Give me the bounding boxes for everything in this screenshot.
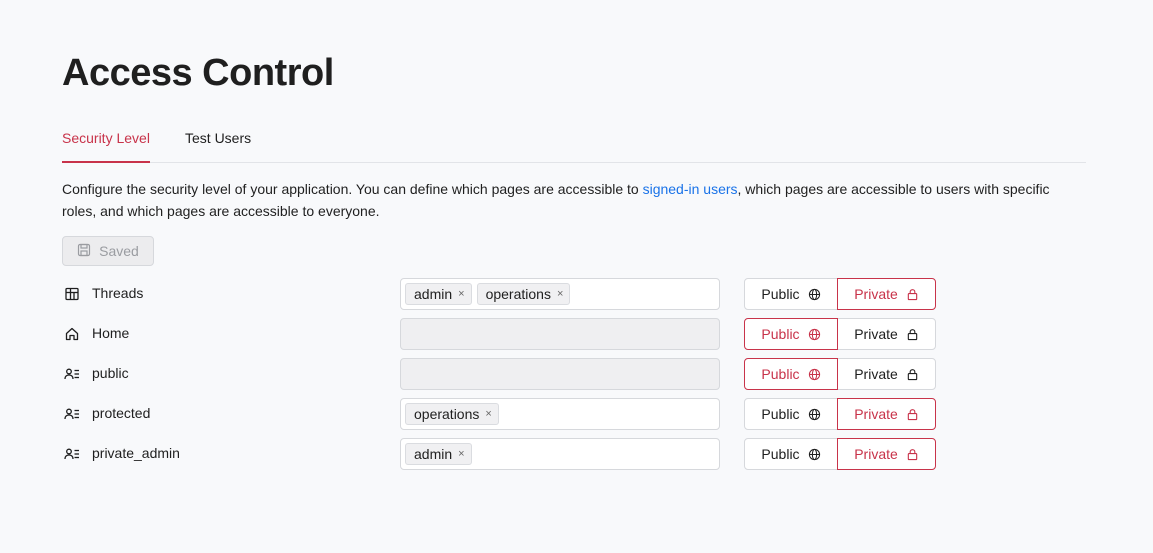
visibility-toggle: Public Private bbox=[744, 358, 936, 390]
private-label: Private bbox=[854, 366, 898, 382]
description-text: Configure the security level of your app… bbox=[62, 181, 643, 197]
visibility-toggle: Public Private bbox=[744, 438, 936, 470]
page-row: protected operations × Public Private bbox=[62, 398, 962, 430]
private-label: Private bbox=[854, 406, 898, 422]
public-label: Public bbox=[761, 286, 800, 302]
tab-security-level[interactable]: Security Level bbox=[62, 130, 150, 163]
page-row: Home Public Private bbox=[62, 318, 962, 350]
role-chip-label: admin bbox=[414, 446, 453, 462]
globe-icon bbox=[808, 448, 821, 461]
board-icon bbox=[64, 286, 80, 302]
roles-input[interactable] bbox=[400, 358, 720, 390]
tab-test-users[interactable]: Test Users bbox=[185, 130, 251, 161]
remove-role-icon[interactable]: × bbox=[458, 448, 464, 460]
users-list-icon bbox=[64, 366, 80, 382]
role-chip: admin × bbox=[405, 283, 472, 305]
saved-button[interactable]: Saved bbox=[62, 236, 154, 266]
globe-icon bbox=[808, 408, 821, 421]
globe-icon bbox=[808, 328, 821, 341]
private-label: Private bbox=[854, 446, 898, 462]
private-button[interactable]: Private bbox=[837, 358, 936, 390]
page-row-label: private_admin bbox=[92, 445, 180, 461]
private-label: Private bbox=[854, 326, 898, 342]
lock-icon bbox=[906, 408, 919, 421]
role-chip-label: operations bbox=[485, 286, 551, 302]
private-button[interactable]: Private bbox=[837, 318, 936, 350]
public-button[interactable]: Public bbox=[744, 318, 838, 350]
home-icon bbox=[64, 326, 80, 342]
roles-input[interactable]: admin × bbox=[400, 438, 720, 470]
private-button[interactable]: Private bbox=[837, 278, 936, 310]
page-title: Access Control bbox=[62, 52, 334, 94]
role-chip: operations × bbox=[405, 403, 499, 425]
users-list-icon bbox=[64, 446, 80, 462]
lock-icon bbox=[906, 328, 919, 341]
public-label: Public bbox=[761, 366, 800, 382]
tab-bar: Security Level Test Users bbox=[62, 118, 1086, 163]
globe-icon bbox=[808, 288, 821, 301]
public-button[interactable]: Public bbox=[744, 398, 838, 430]
page-row-label: Home bbox=[92, 325, 130, 341]
roles-input[interactable]: admin × operations × bbox=[400, 278, 720, 310]
public-label: Public bbox=[761, 446, 800, 462]
lock-icon bbox=[906, 288, 919, 301]
page-row-label: public bbox=[92, 365, 129, 381]
page-row-label: Threads bbox=[92, 285, 144, 301]
page-row: Threads admin × operations × Public Private bbox=[62, 278, 962, 310]
remove-role-icon[interactable]: × bbox=[485, 408, 491, 420]
roles-input[interactable] bbox=[400, 318, 720, 350]
page-row-label: protected bbox=[92, 405, 151, 421]
signed-in-users-link[interactable]: signed-in users bbox=[643, 181, 738, 197]
page-row: private_admin admin × Public Private bbox=[62, 438, 962, 470]
public-label: Public bbox=[761, 326, 800, 342]
remove-role-icon[interactable]: × bbox=[458, 288, 464, 300]
private-button[interactable]: Private bbox=[837, 438, 936, 470]
private-button[interactable]: Private bbox=[837, 398, 936, 430]
visibility-toggle: Public Private bbox=[744, 318, 936, 350]
public-button[interactable]: Public bbox=[744, 358, 838, 390]
description: Configure the security level of your app… bbox=[62, 178, 1062, 222]
page-row: public Public Private bbox=[62, 358, 962, 390]
role-chip: operations × bbox=[476, 283, 571, 305]
roles-input[interactable]: operations × bbox=[400, 398, 720, 430]
role-chip-label: admin bbox=[414, 286, 453, 302]
users-list-icon bbox=[64, 406, 80, 422]
saved-label: Saved bbox=[99, 243, 139, 259]
globe-icon bbox=[808, 368, 821, 381]
public-button[interactable]: Public bbox=[744, 438, 838, 470]
role-chip: admin × bbox=[405, 443, 472, 465]
visibility-toggle: Public Private bbox=[744, 278, 936, 310]
private-label: Private bbox=[854, 286, 898, 302]
lock-icon bbox=[906, 448, 919, 461]
public-button[interactable]: Public bbox=[744, 278, 838, 310]
save-icon bbox=[77, 243, 91, 260]
role-chip-label: operations bbox=[414, 406, 480, 422]
public-label: Public bbox=[761, 406, 800, 422]
lock-icon bbox=[906, 368, 919, 381]
visibility-toggle: Public Private bbox=[744, 398, 936, 430]
remove-role-icon[interactable]: × bbox=[557, 288, 563, 300]
